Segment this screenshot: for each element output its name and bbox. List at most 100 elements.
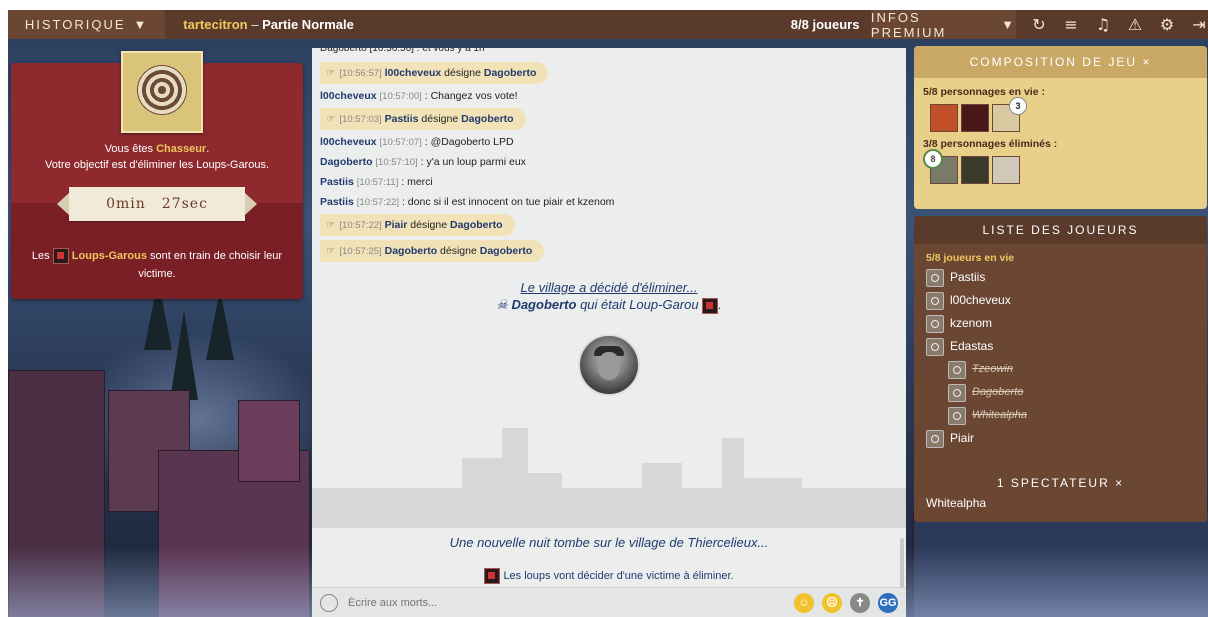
caret-down-icon: ▼ [1001, 17, 1016, 32]
timer-minutes: 0min [106, 196, 146, 212]
hunter-card-image [121, 51, 203, 133]
gear-icon[interactable]: ⚙ [1158, 15, 1176, 34]
count-badge: 8 [923, 149, 943, 169]
chat-vote-row: ☞ [10:57:25] Dagoberto désigne Dagoberto [320, 240, 545, 262]
exit-icon[interactable]: ⇥ [1190, 15, 1208, 34]
hand-icon: ☞ [326, 113, 336, 125]
players-header: LISTE DES JOUEURS [914, 216, 1207, 244]
wolves-name: Loups-Garous [71, 250, 147, 262]
top-bar: HISTORIQUE ▼ tartecitron – Partie Normal… [8, 9, 1208, 40]
close-icon: × [1142, 55, 1152, 69]
bell-icon[interactable]: ♫ [1094, 15, 1112, 34]
player-item[interactable]: l00cheveux [914, 289, 1207, 312]
happy-emoji-icon[interactable]: ☺ [794, 592, 814, 613]
alive-characters: 3 [914, 97, 1207, 138]
hand-icon: ☞ [326, 219, 336, 231]
werewolf-icon [702, 297, 719, 314]
player-count: 8/8 joueurs [790, 17, 860, 32]
player-item[interactable]: Edastas [914, 335, 1207, 358]
werewolf-card[interactable] [961, 104, 989, 132]
composition-panel: COMPOSITION DE JEU × 5/8 personnages en … [914, 46, 1207, 209]
character-card[interactable] [930, 104, 958, 132]
dead-characters: 8 [914, 149, 1207, 190]
spectator-name: Whitealpha [926, 496, 987, 510]
emoji-picker-icon[interactable] [320, 593, 338, 612]
victim-avatar [578, 334, 640, 396]
dead-player-item[interactable]: Dagoberto [914, 381, 1207, 404]
skull-icon: ☠ [496, 297, 508, 312]
list-icon[interactable]: ≡ [1062, 15, 1080, 34]
premium-info-button[interactable]: INFOS PREMIUM ▼ [870, 9, 1016, 40]
chat-partial-line: Dagoberto [10:56:56] : et vous y a 1h [320, 48, 485, 54]
role-objective: Votre objectif est d'éliminer les Loups-… [44, 159, 270, 171]
dead-player-item[interactable]: Tzeowin [914, 358, 1207, 381]
werewolf-card[interactable] [961, 156, 989, 184]
chat-message-row: Pastiis [10:57:22] : donc si il est inno… [320, 196, 615, 208]
dead-player-item[interactable]: Whitealpha [914, 404, 1207, 427]
werewolf-icon [484, 568, 501, 584]
chat-vote-row: ☞ [10:57:22] Piair désigne Dagoberto [320, 214, 515, 236]
spectator-header[interactable]: 1 SPECTATEUR × [914, 472, 1207, 494]
role-panel: Vous êtes Chasseur. Votre objectif est d… [11, 51, 303, 299]
night-announcement: Une nouvelle nuit tombe sur le village d… [449, 535, 769, 550]
chat-vote-row: ☞ [10:57:03] Pastiis désigne Dagoberto [320, 108, 526, 130]
composition-header[interactable]: COMPOSITION DE JEU × [914, 46, 1207, 78]
hand-icon: ☞ [326, 245, 336, 257]
sad-emoji-icon[interactable]: ☹ [822, 592, 842, 613]
player-icon [926, 268, 944, 287]
chat-vote-row: ☞ [10:56:57] l00cheveux désigne Dagoberto [320, 62, 549, 84]
chat-message-row: l00cheveux [10:57:07] : @Dagoberto LPD [320, 136, 514, 148]
chat-scrollbar[interactable] [900, 538, 904, 588]
title-separator: – [247, 17, 263, 32]
history-button[interactable]: HISTORIQUE ▼ [8, 10, 166, 39]
player-item[interactable]: Pastiis [914, 266, 1207, 289]
game-title: tartecitron – Partie Normale [165, 17, 779, 32]
role-icon [948, 383, 966, 402]
chat-message-row: Dagoberto [10:57:10] : y'a un loup parmi… [320, 156, 526, 168]
village-decision: Le village a décidé d'éliminer... [520, 280, 698, 295]
wolves-decide-message: Les loups vont décider d'une victime à é… [312, 568, 906, 584]
role-icon [948, 360, 966, 379]
player-icon [926, 429, 944, 448]
close-icon: × [1115, 476, 1125, 490]
tombstone-emoji-icon[interactable]: ✝ [850, 592, 870, 613]
warning-icon[interactable]: ⚠ [1126, 15, 1144, 34]
player-icon [926, 291, 944, 310]
character-card[interactable]: 8 [923, 149, 958, 184]
history-label: HISTORIQUE [24, 17, 126, 32]
game-mode: Partie Normale [262, 17, 354, 32]
host-name: tartecitron [183, 17, 248, 32]
player-icon [926, 337, 944, 356]
village-silhouette [312, 428, 906, 528]
role-name: Chasseur [156, 143, 207, 155]
countdown-timer: 0min 27sec [57, 187, 257, 221]
players-panel: LISTE DES JOUEURS 5/8 joueurs en vie Pas… [914, 216, 1207, 522]
player-icon [926, 314, 944, 333]
victim-name: Dagoberto [511, 297, 577, 312]
chat-message-row: Pastiis [10:57:11] : merci [320, 176, 433, 188]
dead-characters-label: 3/8 personnages éliminés : [923, 138, 1058, 150]
player-item[interactable]: kzenom [914, 312, 1207, 335]
chat-input[interactable] [346, 595, 794, 610]
alive-players-label: 5/8 joueurs en vie [926, 252, 1015, 264]
refresh-icon[interactable]: ↻ [1030, 15, 1048, 34]
timer-seconds: 27sec [161, 196, 208, 212]
werewolf-icon [52, 248, 69, 265]
count-badge: 3 [1009, 97, 1027, 115]
hand-icon: ☞ [326, 67, 336, 79]
caret-down-icon: ▼ [133, 17, 149, 32]
villager-card[interactable] [992, 156, 1020, 184]
villager-card[interactable]: 3 [992, 97, 1027, 132]
alive-characters-label: 5/8 personnages en vie : [923, 86, 1045, 98]
gg-emoji-button[interactable]: GG [878, 592, 898, 613]
player-item[interactable]: Piair [914, 427, 1207, 450]
vote-result: Le village a décidé d'éliminer... ☠ Dago… [312, 280, 906, 314]
chat-input-bar: ☺ ☹ ✝ GG [312, 587, 906, 617]
wolves-status: Les Loups-Garous sont en train de choisi… [31, 248, 283, 280]
victim-line: ☠ Dagoberto qui était Loup-Garou . [496, 297, 722, 314]
role-description: Vous êtes Chasseur. Votre objectif est d… [44, 143, 270, 171]
chat-panel: Dagoberto [10:56:56] : et vous y a 1h ☞[… [312, 48, 906, 617]
chat-message-row: l00cheveux [10:57:00] : Changez vos vote… [320, 90, 518, 102]
premium-label: INFOS PREMIUM [870, 9, 947, 40]
role-icon [948, 406, 966, 425]
